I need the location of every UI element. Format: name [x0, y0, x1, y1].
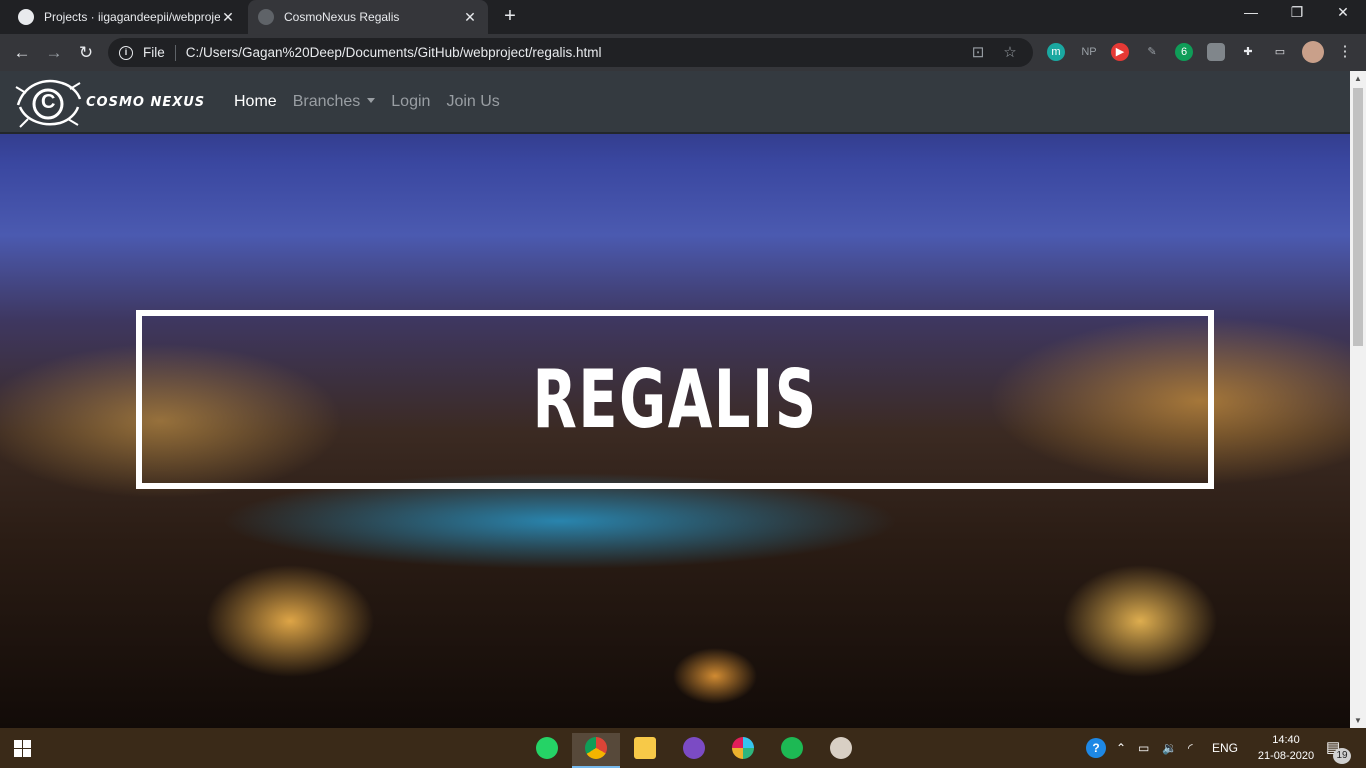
extension-r-icon[interactable]: [1207, 43, 1225, 61]
file-explorer-icon[interactable]: [621, 733, 669, 768]
back-icon[interactable]: ←: [11, 42, 33, 64]
paint-icon[interactable]: [817, 733, 865, 768]
wifi-icon[interactable]: ◜: [1188, 728, 1193, 768]
grammarly-extension-icon[interactable]: 6: [1175, 43, 1193, 61]
nav-branches-label: Branches: [292, 93, 361, 110]
nav-home-link[interactable]: Home: [234, 93, 277, 111]
bookmark-star-icon[interactable]: ☆: [1001, 44, 1019, 62]
nav-branches-dropdown[interactable]: Branches: [293, 93, 376, 111]
cast-icon[interactable]: ▭: [1271, 43, 1289, 61]
translate-icon[interactable]: ⊡: [969, 44, 987, 62]
caret-down-icon: [367, 98, 376, 103]
brand[interactable]: C Cosmo Nexus: [14, 75, 205, 129]
youtube-extension-icon[interactable]: ▶: [1111, 43, 1129, 61]
tab-projects[interactable]: Projects · iigagandeepii/webproject ✕: [8, 0, 246, 34]
spotify-icon[interactable]: [768, 733, 816, 768]
whatsapp-icon[interactable]: [523, 733, 571, 768]
browser-toolbar: ← → ↻ i File C:/Users/Gagan%20Deep/Docum…: [0, 34, 1366, 71]
battery-icon[interactable]: ▭: [1138, 728, 1149, 768]
scroll-down-icon[interactable]: ▼: [1354, 716, 1362, 725]
menu-kebab-icon[interactable]: ⋮: [1336, 43, 1354, 61]
address-bar[interactable]: i File C:/Users/Gagan%20Deep/Documents/G…: [108, 38, 1033, 67]
windows-taskbar: ? ⌃ ▭ 🔉 ◜ ENG 14:40 21-08-2020 ▤ 19: [0, 728, 1366, 768]
divider: [174, 44, 176, 61]
volume-icon[interactable]: 🔉: [1162, 728, 1177, 768]
reload-icon[interactable]: ↻: [75, 42, 97, 64]
chevron-up-icon[interactable]: ⌃: [1116, 728, 1126, 768]
clock-time: 14:40: [1272, 734, 1300, 746]
nav-login-link[interactable]: Login: [391, 93, 430, 111]
extension-m-icon[interactable]: m: [1047, 43, 1065, 61]
clock-date: 21-08-2020: [1257, 750, 1315, 762]
nav-join-us-link[interactable]: Join Us: [446, 93, 499, 111]
windows-start-icon[interactable]: [14, 740, 31, 757]
close-window-button[interactable]: ✕: [1320, 4, 1366, 21]
puzzle-extensions-icon[interactable]: ✚: [1239, 43, 1257, 61]
language-indicator[interactable]: ENG: [1212, 728, 1238, 768]
globe-icon: [258, 9, 274, 25]
page-hero-background: C Cosmo Nexus Home Branches Login Join U…: [0, 71, 1350, 728]
hero-frame: REGALIS: [136, 310, 1214, 489]
minimize-button[interactable]: —: [1228, 4, 1274, 20]
notification-count-badge: 19: [1333, 748, 1351, 764]
new-tab-button[interactable]: +: [499, 6, 521, 28]
tab-strip: Projects · iigagandeepii/webproject ✕ Co…: [0, 0, 1366, 34]
extension-np-icon[interactable]: NP: [1079, 43, 1099, 61]
scroll-thumb[interactable]: [1353, 88, 1363, 346]
pen-extension-icon[interactable]: ✎: [1143, 43, 1161, 61]
github-icon: [18, 9, 34, 25]
scroll-up-icon[interactable]: ▲: [1354, 74, 1362, 83]
close-icon[interactable]: ✕: [220, 9, 236, 26]
avatar[interactable]: [1302, 41, 1324, 63]
close-icon[interactable]: ✕: [462, 9, 478, 26]
slack-icon[interactable]: [719, 733, 767, 768]
github-desktop-icon[interactable]: [670, 733, 718, 768]
scheme-label: File: [143, 45, 165, 60]
tab-title: Projects · iigagandeepii/webproject: [44, 10, 220, 24]
logo-letter: C: [41, 91, 56, 113]
brand-name: Cosmo Nexus: [86, 94, 206, 110]
forward-icon[interactable]: →: [43, 42, 65, 64]
site-nav: Home Branches Login Join Us: [234, 93, 516, 111]
site-navbar: C Cosmo Nexus Home Branches Login Join U…: [0, 71, 1350, 134]
hero-title: REGALIS: [532, 353, 818, 446]
chrome-icon[interactable]: [572, 733, 620, 768]
url-text[interactable]: C:/Users/Gagan%20Deep/Documents/GitHub/w…: [186, 45, 969, 60]
page-scrollbar[interactable]: ▲ ▼: [1350, 71, 1366, 728]
info-icon[interactable]: i: [119, 45, 133, 60]
tab-title: CosmoNexus Regalis: [284, 10, 400, 24]
help-icon[interactable]: ?: [1086, 738, 1106, 758]
clock[interactable]: 14:40 21-08-2020: [1254, 732, 1318, 764]
tab-cosmonexus[interactable]: CosmoNexus Regalis ✕: [248, 0, 488, 34]
maximize-button[interactable]: ❐: [1274, 4, 1320, 21]
